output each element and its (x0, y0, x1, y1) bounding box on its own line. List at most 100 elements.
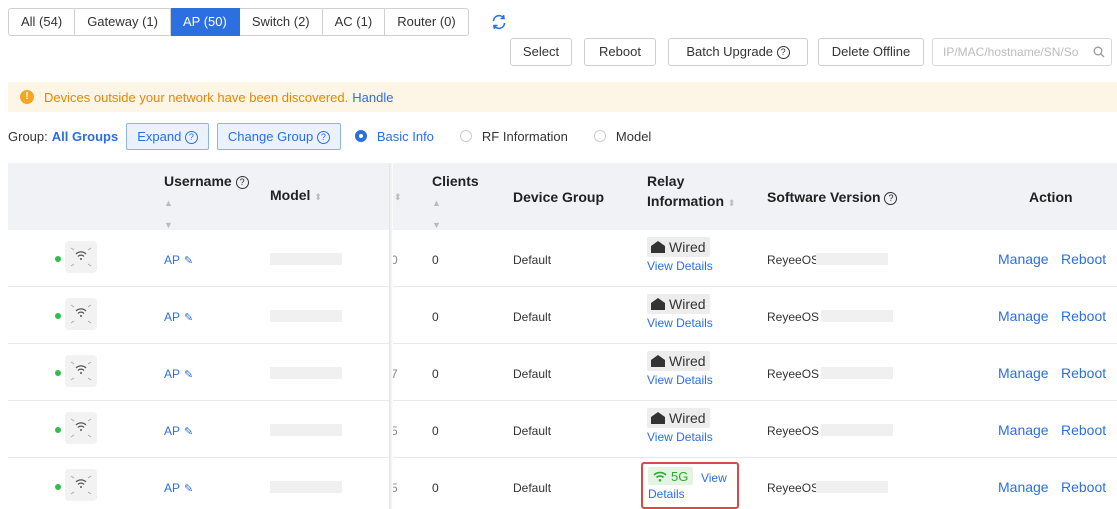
view-link[interactable]: View (701, 471, 727, 485)
sort-icon[interactable]: ▲ ▼ (432, 198, 441, 230)
batch-upgrade-label: Batch Upgrade (686, 44, 774, 59)
access-point-icon (65, 241, 97, 273)
redacted-version (816, 253, 888, 265)
redacted-model (270, 424, 342, 436)
access-point-icon (65, 355, 97, 387)
radio-basic-info[interactable]: Basic Info (354, 129, 434, 144)
redacted-model (270, 253, 342, 265)
column-relay-information[interactable]: Relay Information ⬍ (647, 171, 735, 213)
manage-link[interactable]: Manage (998, 479, 1049, 495)
column-software-version: Software Version ? (767, 187, 898, 207)
column-hidden-sort[interactable]: ⬍ (394, 185, 402, 207)
edit-icon[interactable]: ✎ (184, 255, 193, 267)
redacted-version (821, 367, 893, 379)
table-row: AP ✎ 0 0 Default Wired View Details Reyee… (8, 230, 1117, 287)
radio-model[interactable]: Model (593, 128, 652, 144)
help-icon[interactable]: ? (776, 46, 790, 59)
column-model[interactable]: Model ⬍ (270, 185, 322, 207)
refresh-icon[interactable] (489, 12, 509, 32)
tab-router[interactable]: Router (0) (385, 8, 469, 36)
help-icon: ? (316, 130, 330, 144)
username-link[interactable]: AP ✎ (164, 424, 193, 438)
radio-label: Model (615, 128, 652, 144)
wired-badge: Wired (647, 351, 710, 371)
manage-link[interactable]: Manage (998, 422, 1049, 438)
edit-icon[interactable]: ✎ (184, 426, 193, 438)
group-bar: Group: All Groups Expand ? Change Group … (8, 122, 651, 150)
select-button[interactable]: Select (510, 38, 572, 66)
access-point-icon (65, 412, 97, 444)
access-point-icon (65, 469, 97, 501)
help-icon: ? (184, 130, 198, 144)
column-device-group: Device Group (513, 189, 605, 205)
edit-icon[interactable]: ✎ (184, 369, 193, 381)
view-details-link[interactable]: View Details (647, 373, 713, 387)
wired-icon (651, 241, 665, 253)
relay-type: Wired (669, 410, 706, 426)
help-icon[interactable]: ? (884, 192, 898, 205)
relay-type: Wired (669, 296, 706, 312)
manage-link[interactable]: Manage (998, 365, 1049, 381)
redacted-model (270, 367, 342, 379)
software-version-value: ReyeeOS (767, 253, 820, 267)
column-label: Username (164, 173, 232, 189)
wired-badge: Wired (647, 237, 710, 257)
username-link[interactable]: AP ✎ (164, 253, 193, 267)
handle-link[interactable]: Handle (352, 90, 393, 105)
reboot-link[interactable]: Reboot (1061, 479, 1106, 495)
view-details-link[interactable]: View Details (647, 430, 713, 444)
radio-rf-information[interactable]: RF Information (459, 129, 568, 144)
radio-indicator (593, 130, 606, 142)
batch-upgrade-button[interactable]: Batch Upgrade ? (668, 38, 808, 66)
relay-info: Wired View Details (647, 237, 713, 273)
username-text: AP (164, 253, 181, 267)
column-username[interactable]: Username ? ▲ ▼ (164, 171, 249, 235)
username-link[interactable]: AP ✎ (164, 481, 193, 495)
reboot-link[interactable]: Reboot (1061, 422, 1106, 438)
reboot-link[interactable]: Reboot (1061, 308, 1106, 324)
delete-offline-button[interactable]: Delete Offline (818, 38, 924, 66)
column-clients[interactable]: Clients ▲ ▼ (432, 171, 479, 235)
details-link[interactable]: Details (648, 487, 727, 501)
wired-badge: Wired (647, 294, 710, 314)
group-name[interactable]: All Groups (52, 129, 118, 144)
expand-button[interactable]: Expand ? (126, 122, 209, 150)
clients-count: 0 (432, 424, 439, 438)
sort-icon[interactable]: ⬍ (314, 192, 322, 202)
reboot-button[interactable]: Reboot (584, 38, 656, 66)
search-icon[interactable] (1093, 46, 1105, 58)
relay-info: Wired View Details (647, 351, 713, 387)
column-label: Information (647, 193, 724, 209)
clients-count: 0 (432, 481, 439, 495)
clients-count: 0 (432, 310, 439, 324)
online-status-icon (55, 370, 61, 376)
username-text: AP (164, 310, 181, 324)
device-group-value: Default (513, 253, 552, 267)
view-details-link[interactable]: View Details (647, 259, 713, 273)
help-icon[interactable]: ? (235, 176, 249, 189)
sort-icon[interactable]: ▲ ▼ (164, 198, 173, 230)
tab-all[interactable]: All (54) (8, 8, 76, 36)
reboot-link[interactable]: Reboot (1061, 251, 1106, 267)
username-link[interactable]: AP ✎ (164, 367, 193, 381)
edit-icon[interactable]: ✎ (184, 312, 193, 324)
tab-gateway[interactable]: Gateway (1) (75, 8, 171, 36)
manage-link[interactable]: Manage (998, 251, 1049, 267)
search-input[interactable] (943, 45, 1083, 59)
tab-ap[interactable]: AP (50) (171, 8, 240, 36)
manage-link[interactable]: Manage (998, 308, 1049, 324)
tab-switch[interactable]: Switch (2) (239, 8, 323, 36)
redacted-model (270, 310, 342, 322)
username-link[interactable]: AP ✎ (164, 310, 193, 324)
edit-icon[interactable]: ✎ (184, 483, 193, 495)
online-status-icon (55, 256, 61, 262)
tab-ac[interactable]: AC (1) (322, 8, 386, 36)
change-group-label: Change Group (227, 128, 314, 144)
sort-icon[interactable]: ⬍ (394, 192, 402, 202)
reboot-link[interactable]: Reboot (1061, 365, 1106, 381)
online-status-icon (55, 427, 61, 433)
sort-icon[interactable]: ⬍ (728, 198, 736, 208)
device-group-value: Default (513, 367, 552, 381)
change-group-button[interactable]: Change Group ? (216, 122, 341, 150)
view-details-link[interactable]: View Details (647, 316, 713, 330)
